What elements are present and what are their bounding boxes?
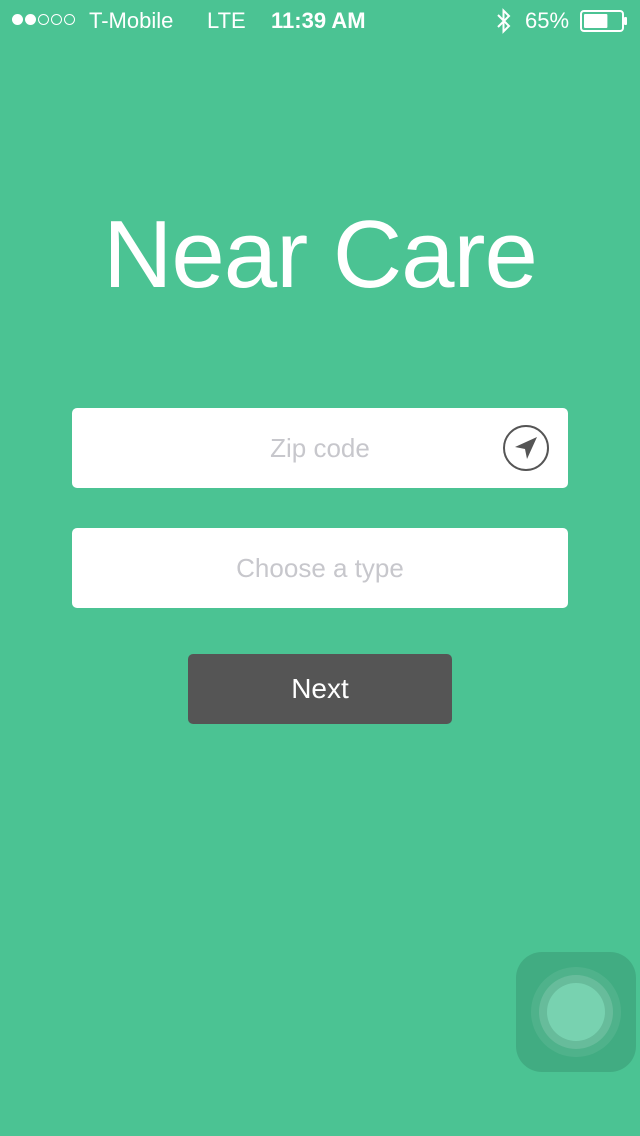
type-select[interactable]: Choose a type xyxy=(72,528,568,608)
battery-percentage: 65% xyxy=(525,8,570,33)
assistive-touch-button[interactable] xyxy=(516,952,636,1072)
battery-icon xyxy=(580,10,627,32)
signal-dot xyxy=(12,14,23,25)
signal-dot xyxy=(51,14,62,25)
type-select-placeholder: Choose a type xyxy=(236,553,404,583)
carrier-name: T-Mobile xyxy=(89,8,174,33)
app-title: Near Care xyxy=(103,201,538,308)
assistive-touch-core xyxy=(547,983,605,1041)
zip-code-input[interactable] xyxy=(72,408,568,488)
zip-code-field xyxy=(72,408,568,488)
signal-dot xyxy=(25,14,36,25)
bluetooth-icon xyxy=(497,8,511,34)
next-button[interactable]: Next xyxy=(188,654,452,724)
status-bar: T-Mobile LTE 11:39 AM 65% xyxy=(0,0,640,40)
network-type: LTE xyxy=(207,8,246,33)
status-time: 11:39 AM xyxy=(271,8,366,33)
location-arrow-icon[interactable] xyxy=(502,424,550,472)
signal-dot xyxy=(38,14,49,25)
signal-dot xyxy=(64,14,75,25)
signal-strength-icon xyxy=(12,14,75,25)
